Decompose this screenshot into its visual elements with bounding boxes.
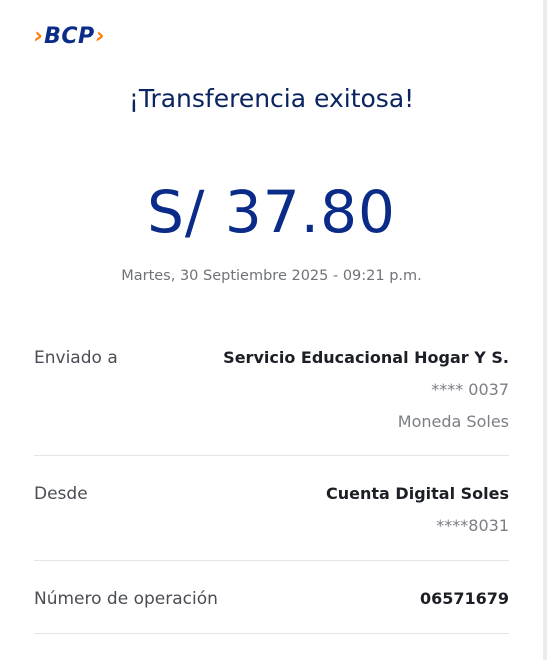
logo-text: BCP [44, 24, 95, 49]
transfer-datetime: Martes, 30 Septiembre 2025 - 09:21 p.m. [121, 268, 422, 284]
divider [34, 560, 509, 561]
transfer-amount: S/ 37.80 [147, 178, 396, 246]
frame-edge [543, 0, 547, 660]
divider [34, 455, 509, 456]
source-account-name: Cuenta Digital Soles [326, 484, 509, 503]
sent-to-values: Servicio Educacional Hogar Y S. **** 003… [223, 345, 509, 435]
operation-label: Número de operación [34, 589, 218, 609]
success-title: ¡Transferencia exitosa! [128, 84, 415, 113]
logo-left-chevron-icon: › [34, 24, 44, 49]
recipient-account: **** 0037 [431, 380, 509, 399]
bcp-logo: › BCP › [34, 24, 105, 50]
divider [34, 633, 509, 634]
recipient-currency: Moneda Soles [397, 412, 509, 431]
transfer-receipt-page: › BCP › ¡Transferencia exitosa! S/ 37.80… [0, 0, 547, 660]
operation-values: 06571679 [420, 586, 509, 612]
operation-number: 06571679 [419, 589, 509, 608]
source-account-number: ****8031 [436, 516, 509, 535]
logo-right-chevron-icon: › [95, 24, 105, 49]
sent-to-label: Enviado a [34, 348, 118, 368]
from-label: Desde [34, 484, 88, 504]
from-values: Cuenta Digital Soles ****8031 [326, 481, 509, 539]
recipient-name: Servicio Educacional Hogar Y S. [223, 348, 509, 367]
